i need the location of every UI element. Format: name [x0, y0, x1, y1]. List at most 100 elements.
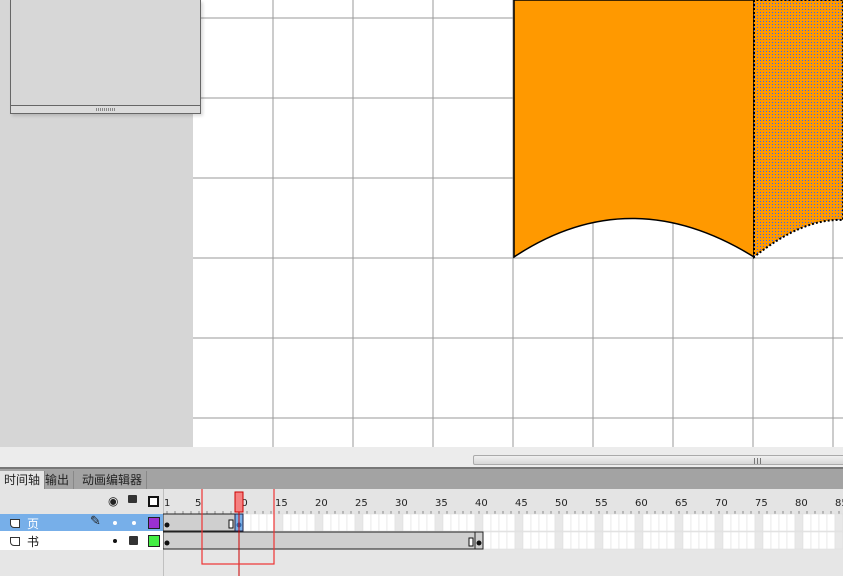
- tab-motion-editor[interactable]: 动画编辑器: [78, 471, 148, 491]
- tab-timeline[interactable]: 时间轴: [0, 471, 46, 491]
- frame-cell: [762, 531, 772, 550]
- frame-cell: [474, 513, 484, 532]
- frame-cell: [570, 531, 580, 550]
- frame-cell: [674, 513, 684, 532]
- frame-cell: [714, 531, 724, 550]
- layer-color-swatch[interactable]: [148, 517, 160, 529]
- visibility-toggle[interactable]: [113, 521, 117, 525]
- frame-cell: [738, 531, 748, 550]
- frame-cell: [802, 531, 812, 550]
- frame-cell: [706, 531, 716, 550]
- frame-cell: [514, 513, 524, 532]
- frame-span: [163, 531, 484, 550]
- layer-type-icon: [10, 519, 20, 528]
- frame-cell: [298, 513, 308, 532]
- floating-panel: [10, 0, 201, 114]
- layer-color-swatch[interactable]: [148, 535, 160, 547]
- ruler-label: 75: [755, 498, 768, 509]
- lock-icon[interactable]: [129, 536, 138, 545]
- frame-cell: [586, 513, 596, 532]
- lock-icon[interactable]: [128, 495, 137, 503]
- ruler-label: 1: [164, 498, 170, 509]
- frame-cell: [594, 531, 604, 550]
- frame-cell: [442, 513, 452, 532]
- layer-row-book[interactable]: 书: [0, 532, 163, 550]
- frame-cell: [730, 513, 740, 532]
- outline-icon[interactable]: [148, 496, 159, 507]
- frame-cell: [802, 513, 812, 532]
- frame-cell: [834, 513, 843, 532]
- frame-cell: [818, 513, 828, 532]
- timeline-frames[interactable]: 1510152025303540455055606570758085: [163, 489, 843, 576]
- lock-toggle[interactable]: [132, 521, 136, 525]
- frame-cell: [698, 531, 708, 550]
- frame-cell: [554, 513, 564, 532]
- frame-cell: [658, 531, 668, 550]
- ruler-label: 40: [475, 498, 488, 509]
- frame-cell: [642, 531, 652, 550]
- frame-cell: [730, 531, 740, 550]
- frame-cell: [482, 513, 492, 532]
- frame-cell: [426, 513, 436, 532]
- scrollbar-thumb[interactable]: [473, 455, 843, 465]
- end-frame-marker: [468, 537, 474, 547]
- frame-cell: [722, 513, 732, 532]
- frame-cell: [650, 513, 660, 532]
- layer-row-page[interactable]: 页 ✎: [0, 514, 163, 532]
- frame-cell: [394, 513, 404, 532]
- frame-cell: [786, 513, 796, 532]
- frame-cell: [370, 513, 380, 532]
- ruler-label: 20: [315, 498, 328, 509]
- frame-cell: [538, 531, 548, 550]
- ruler-label: 45: [515, 498, 528, 509]
- visibility-toggle[interactable]: [113, 539, 117, 543]
- frame-cell: [434, 513, 444, 532]
- frame-cell: [770, 531, 780, 550]
- frame-cell: [650, 531, 660, 550]
- frame-cell: [602, 513, 612, 532]
- frame-cell: [834, 531, 843, 550]
- layer-list: 页 ✎ 书: [0, 514, 163, 550]
- frame-cell: [602, 531, 612, 550]
- frame-cell: [402, 513, 412, 532]
- stage-canvas[interactable]: [193, 0, 843, 447]
- eye-icon[interactable]: ◉: [108, 494, 118, 508]
- frame-cell: [754, 513, 764, 532]
- frame-cell: [666, 531, 676, 550]
- frame-cell: [706, 513, 716, 532]
- frame-cell: [250, 513, 260, 532]
- frame-cell: [498, 513, 508, 532]
- frame-cell: [634, 513, 644, 532]
- frame-cell: [514, 531, 524, 550]
- ruler-label: 25: [355, 498, 368, 509]
- layer-name[interactable]: 页: [27, 515, 39, 532]
- resize-grip[interactable]: [96, 108, 116, 111]
- frame-cell: [738, 513, 748, 532]
- frame-cell: [330, 513, 340, 532]
- tab-output[interactable]: 输出: [41, 471, 75, 491]
- ruler-label: 15: [275, 498, 288, 509]
- frame-cell: [586, 531, 596, 550]
- frame-cell: [418, 513, 428, 532]
- frame-cell: [594, 513, 604, 532]
- horizontal-scrollbar[interactable]: [0, 447, 843, 467]
- panel-tab-bar: 时间轴 输出 动画编辑器: [0, 467, 843, 491]
- ruler-label: 55: [595, 498, 608, 509]
- frame-cell: [626, 531, 636, 550]
- frame-cell: [338, 513, 348, 532]
- frame-cell: [810, 531, 820, 550]
- frame-cell: [794, 513, 804, 532]
- frame-cell: [282, 513, 292, 532]
- orange-page-shape[interactable]: [513, 0, 755, 259]
- frame-cell: [714, 513, 724, 532]
- layer-name[interactable]: 书: [27, 533, 39, 550]
- frame-cell: [242, 513, 252, 532]
- frame-cell: [674, 531, 684, 550]
- frame-cell: [682, 531, 692, 550]
- frame-cell: [506, 531, 516, 550]
- ruler-label: 85: [835, 498, 843, 509]
- frame-cell: [778, 531, 788, 550]
- frame-cell: [826, 531, 836, 550]
- selected-page-shape[interactable]: [753, 0, 843, 260]
- pencil-icon: ✎: [90, 514, 101, 529]
